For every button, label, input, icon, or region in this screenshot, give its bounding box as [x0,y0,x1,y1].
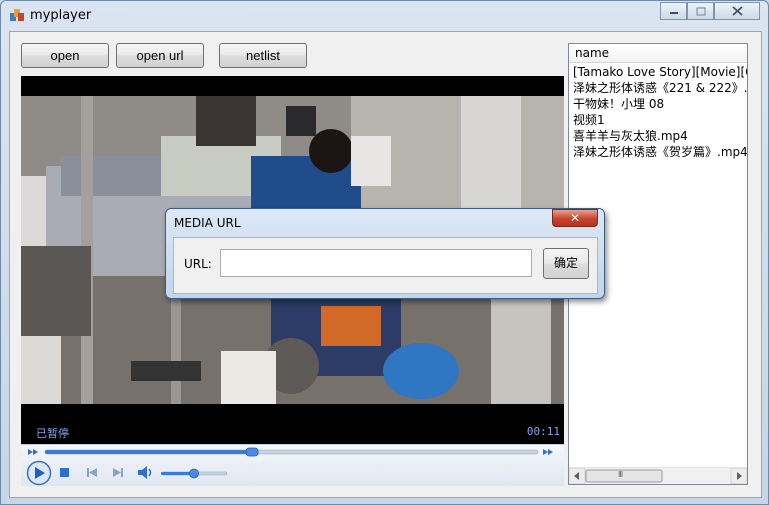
url-input[interactable] [220,249,532,277]
app-icon [10,9,24,21]
fast-forward-icon[interactable] [543,449,553,455]
rewind-icon[interactable] [28,449,38,455]
column-header-name[interactable]: name [569,44,747,63]
app-window: myplayer open open url netlist 已暂停 00:11… [0,0,769,505]
volume-fill [161,472,194,475]
media-url-dialog: MEDIA URL ✕ URL: 确定 [165,208,605,299]
scroll-grip: III [618,470,623,479]
title-bar[interactable]: myplayer [1,1,768,31]
close-icon: ✕ [569,211,581,225]
playback-status: 已暂停 [36,427,69,440]
dialog-title: MEDIA URL [174,216,241,230]
control-bar [21,444,564,486]
dialog-body: URL: 确定 [173,237,598,294]
stop-icon[interactable] [60,468,69,477]
playlist-item[interactable]: [Tamako Love Story][Movie][GB [573,64,747,80]
url-label: URL: [184,257,212,271]
close-button[interactable] [714,2,760,20]
playlist-item[interactable]: 干物妹！小埋 08 [573,96,747,112]
playlist-item[interactable]: 泽妹之形体诱惑《221 & 222》.3 [573,80,747,96]
playlist-item[interactable]: 泽妹之形体诱惑《贺岁篇》.mp4 [573,144,747,160]
seek-fill [45,450,253,454]
open-button[interactable]: open [21,43,109,68]
playlist-item[interactable]: 视频1 [573,112,747,128]
controls-svg [26,447,553,486]
playlist-item[interactable]: 喜羊羊与灰太狼.mp4 [573,128,747,144]
previous-icon[interactable] [87,468,97,477]
time-display: 00:11 [526,425,560,438]
volume-icon[interactable] [138,466,152,479]
open-url-button[interactable]: open url [116,43,204,68]
close-icon [731,6,743,16]
minimize-icon [669,12,678,14]
play-button[interactable] [26,460,52,486]
seek-thumb[interactable] [245,447,259,457]
window-title: myplayer [30,8,92,23]
netlist-button[interactable]: netlist [219,43,307,68]
playlist-items: [Tamako Love Story][Movie][GB 泽妹之形体诱惑《221… [573,64,747,160]
ok-button[interactable]: 确定 [543,248,589,279]
scroll-thumb [585,469,663,483]
horizontal-scrollbar[interactable]: III [569,467,747,484]
volume-thumb[interactable] [189,468,199,479]
dialog-close-button[interactable]: ✕ [552,209,598,227]
next-icon[interactable] [113,468,123,477]
minimize-button[interactable] [660,2,687,20]
maximize-button[interactable] [687,2,714,20]
maximize-icon [695,6,706,16]
